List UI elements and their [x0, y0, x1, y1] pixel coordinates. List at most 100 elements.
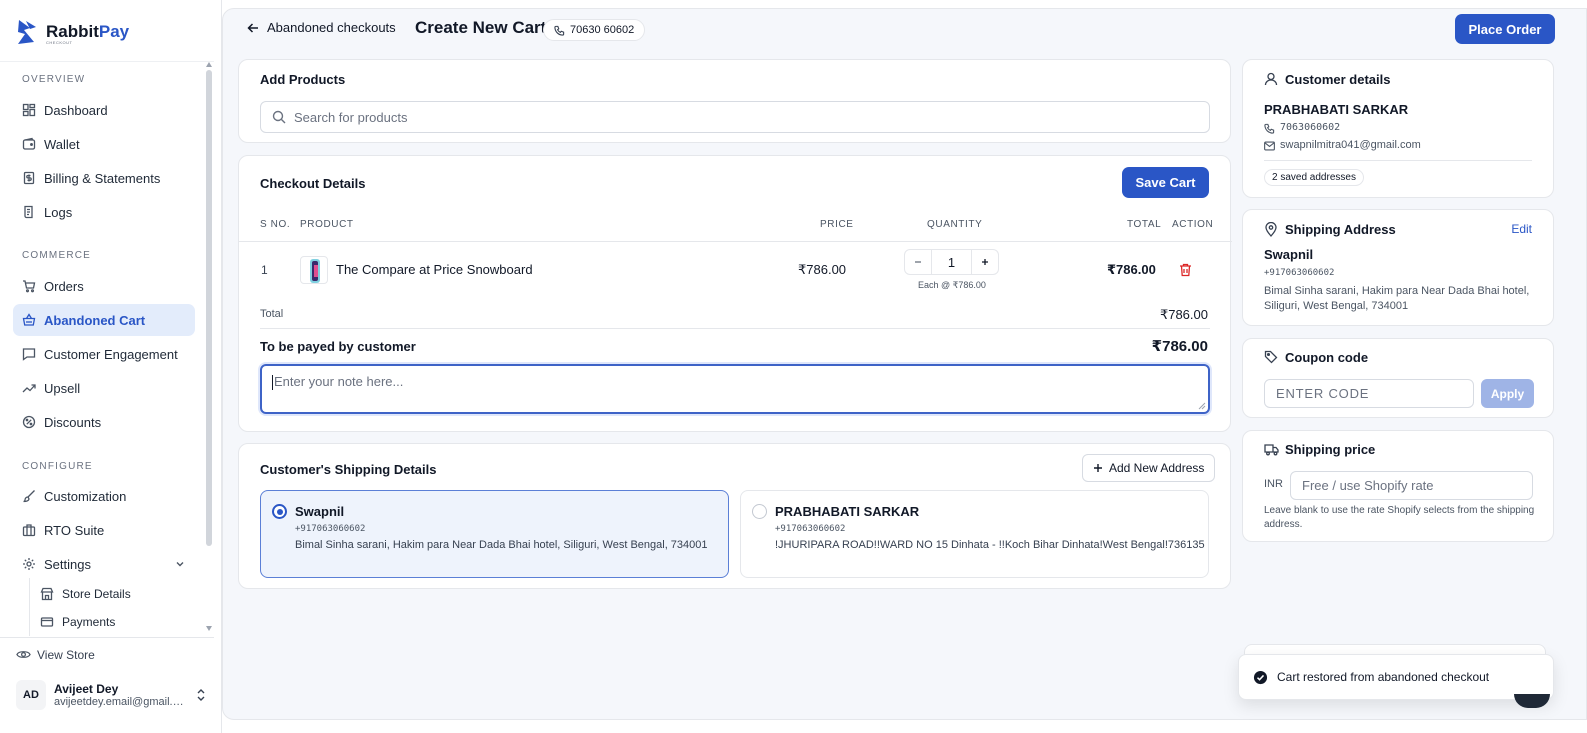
brand-logo[interactable]: RabbitPay CHECKOUT: [16, 18, 129, 46]
sidebar-subitem-payments[interactable]: Payments: [40, 610, 115, 634]
sidebar-item-label: Billing & Statements: [44, 170, 161, 186]
chevron-down-icon: [175, 559, 185, 569]
coupon-code-input[interactable]: ENTER CODE: [1264, 379, 1474, 408]
address-phone: +917063060602: [295, 524, 366, 534]
discount-icon: [22, 415, 36, 429]
check-circle-icon: [1253, 670, 1268, 685]
search-icon: [272, 110, 286, 124]
credit-card-icon: [40, 615, 54, 629]
sidebar-subitem-store-details[interactable]: Store Details: [40, 582, 131, 606]
row-product-name[interactable]: The Compare at Price Snowboard: [336, 262, 533, 277]
product-search-input[interactable]: Search for products: [260, 101, 1210, 133]
section-label-configure: CONFIGURE: [22, 461, 93, 472]
tag-icon: [1264, 350, 1278, 364]
wallet-icon: [22, 137, 36, 151]
sidebar-item-customer-engagement[interactable]: Customer Engagement: [13, 338, 195, 370]
address-option-1[interactable]: Swapnil +917063060602 Bimal Sinha sarani…: [260, 490, 729, 578]
basket-icon: [22, 313, 36, 327]
add-products-title: Add Products: [260, 72, 346, 87]
brand-name: RabbitPay: [46, 22, 130, 41]
sidebar-item-label: RTO Suite: [44, 522, 105, 538]
row-price: ₹786.00: [798, 262, 847, 277]
shipping-price-input[interactable]: Free / use Shopify rate: [1290, 471, 1533, 500]
sidebar-item-discounts[interactable]: Discounts: [13, 406, 195, 438]
edit-address-link[interactable]: Edit: [1511, 222, 1532, 236]
apply-coupon-button[interactable]: Apply: [1481, 379, 1534, 408]
table-divider: [239, 241, 1232, 242]
sidebar-item-label: Upsell: [44, 380, 81, 396]
quantity-value[interactable]: 1: [931, 249, 972, 275]
scroll-up-arrow[interactable]: [206, 62, 212, 67]
sidebar-item-label: Logs: [44, 204, 73, 220]
eye-icon: [16, 647, 31, 662]
sidebar-item-logs[interactable]: Logs: [13, 196, 195, 228]
address-radio[interactable]: [272, 504, 287, 519]
sidebar-item-wallet[interactable]: Wallet: [13, 128, 195, 160]
currency-label: INR: [1264, 478, 1283, 490]
sidebar-item-orders[interactable]: Orders: [13, 270, 195, 302]
sidebar-item-label: Customization: [44, 488, 127, 504]
address-text: Bimal Sinha sarani, Hakim para Near Dada…: [295, 539, 708, 551]
gear-icon: [22, 557, 36, 571]
total-divider: [260, 328, 1210, 329]
address-radio[interactable]: [752, 504, 767, 519]
address-option-2[interactable]: PRABHABATI SARKAR +917063060602 !JHURIPA…: [740, 490, 1209, 578]
toast-notification: Cart restored from abandoned checkout: [1238, 654, 1554, 700]
sidebar-item-label: Discounts: [44, 414, 102, 430]
column-header-action: ACTION: [1172, 219, 1214, 230]
back-link[interactable]: Abandoned checkouts: [247, 20, 396, 35]
address-text: !JHURIPARA ROAD!!WARD NO 15 Dinhata - !!…: [775, 539, 1205, 551]
sidebar-item-abandoned-cart[interactable]: Abandoned Cart: [13, 304, 195, 336]
mail-icon: [1264, 141, 1275, 151]
customer-details-title: Customer details: [1285, 72, 1391, 87]
map-pin-icon: [1264, 222, 1278, 237]
text-caret: [272, 375, 273, 391]
note-placeholder: Enter your note here...: [274, 374, 404, 389]
resize-handle-icon[interactable]: [1198, 402, 1206, 410]
sidebar-item-dashboard[interactable]: Dashboard: [13, 94, 195, 126]
phone-icon: [1264, 123, 1275, 134]
column-header-product: PRODUCT: [300, 219, 354, 230]
user-icon: [1264, 72, 1278, 86]
saved-addresses-badge[interactable]: 2 saved addresses: [1264, 169, 1364, 186]
increment-button[interactable]: [972, 249, 998, 275]
user-menu[interactable]: AD Avijeet Dey avijeetdey.email@gmail.co…: [16, 677, 206, 713]
sidebar-item-upsell[interactable]: Upsell: [13, 372, 195, 404]
save-cart-button[interactable]: Save Cart: [1122, 167, 1209, 198]
receipt-icon: [22, 171, 36, 185]
place-order-button[interactable]: Place Order: [1455, 14, 1555, 44]
sidebar-scrollbar[interactable]: [206, 70, 212, 546]
phone-number: 70630 60602: [570, 24, 635, 36]
sidebar-item-settings[interactable]: Settings: [13, 548, 195, 580]
sidebar-item-rto-suite[interactable]: RTO Suite: [13, 514, 195, 546]
add-new-address-button[interactable]: Add New Address: [1082, 454, 1216, 482]
customer-name: PRABHABATI SARKAR: [1264, 102, 1409, 117]
avatar: AD: [16, 680, 46, 710]
column-header-total: TOTAL: [1127, 219, 1162, 230]
address-name: PRABHABATI SARKAR: [775, 504, 920, 519]
rabbit-logo-icon: [16, 18, 42, 46]
section-label-commerce: COMMERCE: [22, 250, 92, 261]
note-textarea[interactable]: Enter your note here...: [260, 364, 1210, 414]
quantity-stepper: 1: [904, 249, 999, 275]
sidebar-item-billing[interactable]: Billing & Statements: [13, 162, 195, 194]
customer-divider: [1264, 160, 1532, 161]
product-thumbnail[interactable]: [300, 256, 328, 284]
dashboard-icon: [22, 103, 36, 117]
sidebar-item-label: Wallet: [44, 136, 80, 152]
sidebar-item-label: Orders: [44, 278, 84, 294]
total-value: ₹786.00: [1159, 307, 1208, 322]
sidebar-item-label: Settings: [44, 556, 91, 572]
back-link-label: Abandoned checkouts: [267, 20, 396, 35]
scroll-down-arrow[interactable]: [206, 626, 212, 631]
view-store-link[interactable]: View Store: [16, 647, 95, 662]
arrow-left-icon: [247, 22, 259, 34]
trash-icon[interactable]: [1179, 263, 1192, 277]
phone-icon: [554, 25, 565, 36]
plus-icon: [1093, 463, 1103, 473]
shipping-price-card: Shipping price INR Free / use Shopify ra…: [1242, 430, 1554, 542]
decrement-button[interactable]: [905, 249, 931, 275]
shipping-address-card: Shipping Address Edit Swapnil +917063060…: [1242, 209, 1554, 326]
shipping-address-text: Bimal Sinha sarani, Hakim para Near Dada…: [1264, 285, 1530, 312]
sidebar-item-customization[interactable]: Customization: [13, 480, 195, 512]
